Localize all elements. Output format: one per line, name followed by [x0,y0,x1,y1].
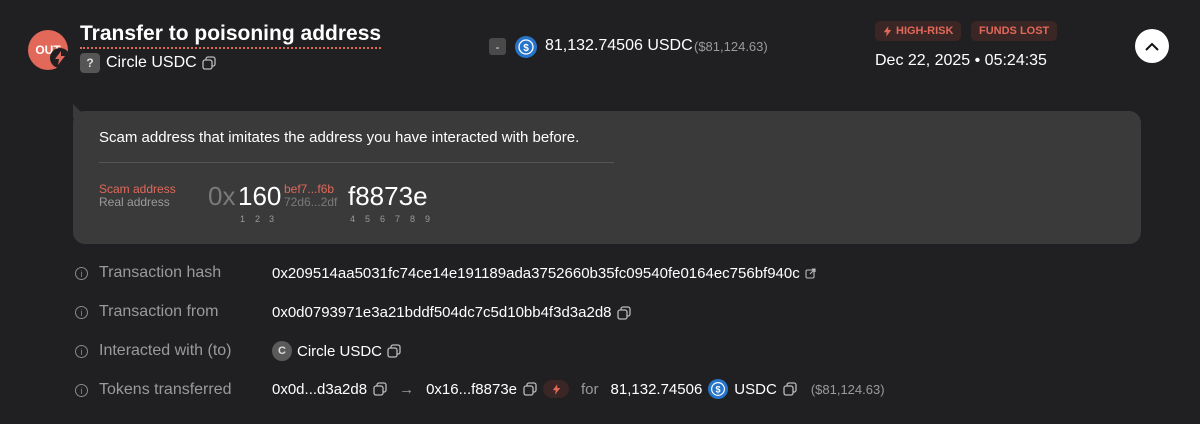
copy-icon[interactable] [616,305,631,320]
transfer-amount: 81,132.74506 USDC [545,37,693,54]
interacted-with-label: Interacted with (to) [99,342,232,359]
svg-text:$: $ [716,385,721,395]
real-address-label: Real address [99,195,170,209]
external-link-icon[interactable] [805,268,816,279]
usdc-icon: $ [708,379,729,399]
divider [99,162,614,163]
scam-address-middle: bef7...f6b [284,182,335,196]
page-title[interactable]: Transfer to poisoning address [80,22,382,49]
transaction-from-label: Transaction from [99,303,219,320]
char-index: 5 [365,214,371,224]
contract-avatar: C [272,341,292,361]
panel-message: Scam address that imitates the address y… [99,129,580,146]
transferred-amount-usd: ($81,124.63) [810,381,885,397]
char-index: 2 [255,214,261,224]
transaction-hash-row: 0x209514aa5031fc74ce14e191189ada3752660b… [272,265,816,282]
poisoning-bolt-icon [543,380,570,398]
interacted-with-value[interactable]: Circle USDC [297,343,382,360]
tokens-transferred-row: 0x0d...d3a2d8 → 0x16...f8873e for 81,132… [272,379,885,399]
tokens-transferred-label: Tokens transferred [99,381,232,398]
info-icon[interactable]: i [75,306,88,319]
from-address-short[interactable]: 0x0d...d3a2d8 [272,381,367,398]
high-risk-label: HIGH-RISK [896,25,954,37]
transaction-datetime: Dec 22, 2025 • 05:24:35 [875,52,1047,69]
funds-lost-badge: FUNDS LOST [971,21,1058,41]
copy-icon[interactable] [373,382,387,396]
copy-icon[interactable] [523,382,537,396]
char-index: 6 [380,214,386,224]
svg-text:$: $ [523,43,529,54]
info-icon[interactable]: i [75,345,88,358]
chevron-up-icon [1145,42,1159,51]
arrow-right-icon: → [399,380,415,398]
copy-icon[interactable] [387,344,401,358]
outflow-minus-badge: - [489,38,506,55]
char-index: 7 [395,214,401,224]
copy-icon[interactable] [202,56,216,70]
scam-address-label: Scam address [99,182,176,196]
for-label: for [581,380,599,398]
transaction-from-value[interactable]: 0x0d0793971e3a21bddf504dc7c5d10bb4f3d3a2… [272,304,612,321]
copy-icon[interactable] [783,382,797,396]
char-index: 8 [410,214,416,224]
info-icon[interactable]: i [75,267,88,280]
usdc-icon: $ [515,36,537,63]
real-address-middle: 72d6...2df [284,195,338,209]
token-name-row: Circle USDC [106,54,216,72]
info-icon[interactable]: i [75,384,88,397]
transferred-amount: 81,132.74506 [610,380,703,398]
address-matching-head: 160 [238,181,282,211]
char-index: 9 [425,214,431,224]
address-matching-tail: f8873e [348,181,428,211]
transaction-from-row: 0x0d0793971e3a21bddf504dc7c5d10bb4f3d3a2… [272,304,631,321]
high-risk-badge: HIGH-RISK [875,21,962,41]
unknown-token-badge: ? [80,53,100,73]
bolt-icon [883,25,892,37]
char-index: 3 [269,214,275,224]
address-prefix: 0x [208,181,236,211]
to-address-short[interactable]: 0x16...f8873e [426,381,517,398]
transfer-amount-usd: ($81,124.63) [694,39,768,54]
collapse-button[interactable] [1135,29,1169,63]
interacted-with-row: C Circle USDC [272,341,401,361]
transaction-hash-value[interactable]: 0x209514aa5031fc74ce14e191189ada3752660b… [272,265,800,282]
char-index: 4 [350,214,356,224]
token-name: Circle USDC [106,54,197,71]
transaction-hash-label: Transaction hash [99,264,222,281]
char-index: 1 [240,214,246,224]
risk-bolt-icon [50,48,70,68]
token-symbol[interactable]: USDC [734,381,777,398]
